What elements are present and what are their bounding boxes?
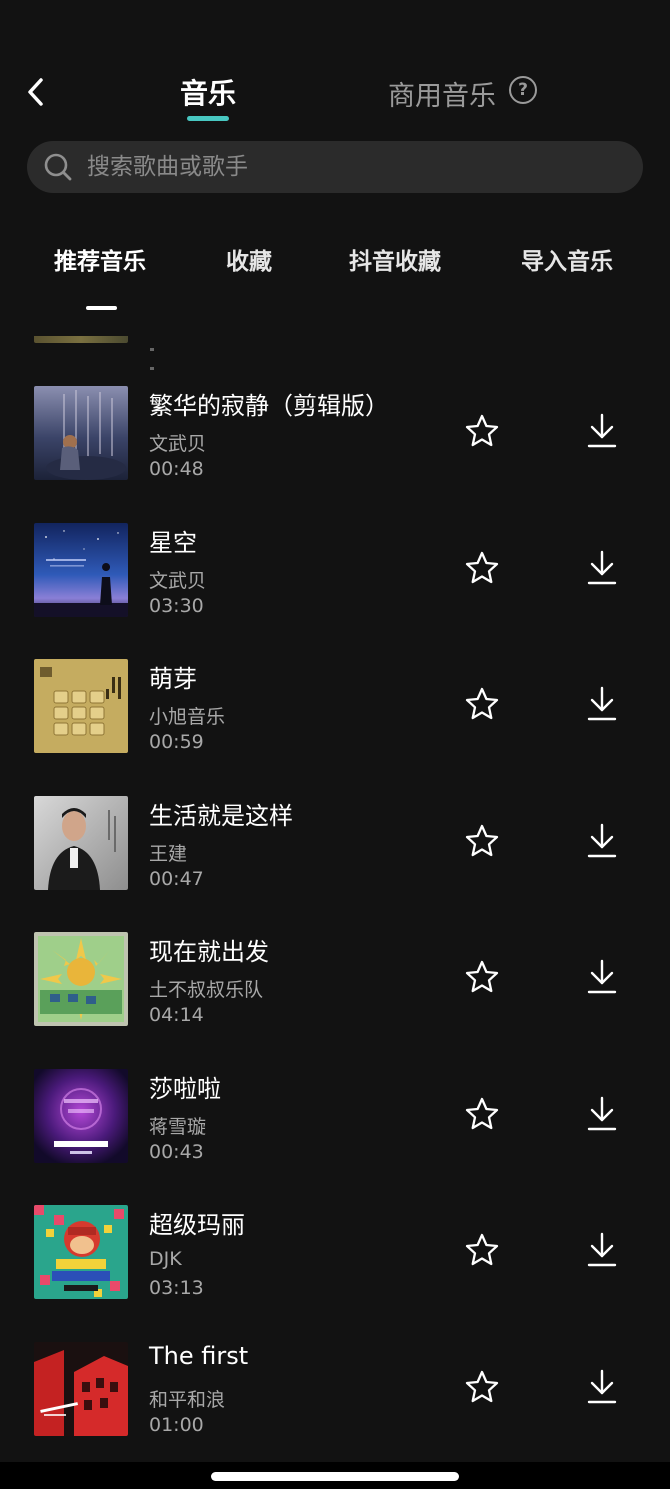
song-title: 现在就出发 — [149, 938, 269, 966]
download-icon[interactable] — [584, 822, 620, 860]
tab-favorites[interactable]: 收藏 — [226, 242, 272, 276]
star-outline-icon[interactable] — [464, 823, 500, 859]
system-nav-bar — [0, 1462, 670, 1489]
song-row[interactable]: 现在就出发 土不叔叔乐队 04:14 — [0, 932, 670, 1069]
download-icon[interactable] — [584, 412, 620, 450]
category-tabs: 推荐音乐 收藏 抖音收藏 导入音乐 — [0, 236, 670, 316]
help-circle-icon[interactable]: ? — [509, 76, 537, 104]
music-library-screen: 音乐 商用音乐 ? 推荐音乐 收藏 抖音收藏 导入音乐 — [0, 0, 670, 1489]
album-cover — [34, 932, 128, 1026]
partial-album-cover — [34, 336, 128, 343]
song-duration: 00:43 — [149, 1140, 204, 1163]
song-artist: DJK — [149, 1248, 182, 1270]
song-duration: 03:30 — [149, 594, 204, 617]
album-cover — [34, 659, 128, 753]
song-duration: 00:59 — [149, 731, 204, 753]
song-duration: 00:47 — [149, 867, 204, 890]
search-icon — [44, 153, 72, 181]
song-duration: 04:14 — [149, 1004, 204, 1026]
album-cover — [34, 522, 128, 617]
album-cover — [34, 386, 128, 480]
download-icon[interactable] — [584, 1368, 620, 1406]
song-title: The first — [149, 1341, 249, 1370]
star-outline-icon[interactable] — [464, 1369, 500, 1405]
song-artist: 和平和浪 — [149, 1388, 226, 1411]
album-cover — [34, 795, 128, 890]
song-row[interactable]: 繁华的寂静（剪辑版） 文武贝 00:48 — [0, 386, 670, 523]
song-row[interactable]: 莎啦啦 蒋雪璇 00:43 — [0, 1068, 670, 1206]
download-icon[interactable] — [584, 1231, 620, 1269]
song-artist: 文武贝 — [149, 569, 207, 592]
download-icon[interactable] — [584, 549, 620, 587]
song-row[interactable]: 萌芽 小旭音乐 00:59 — [0, 659, 670, 796]
star-outline-icon[interactable] — [464, 686, 500, 722]
tab-music[interactable]: 音乐 — [180, 72, 236, 112]
top-bar: 音乐 商用音乐 ? — [0, 60, 670, 130]
star-outline-icon[interactable] — [464, 550, 500, 586]
download-icon[interactable] — [584, 958, 620, 996]
active-tab-indicator — [86, 306, 117, 310]
search-bar[interactable] — [27, 141, 643, 193]
album-cover — [34, 1068, 128, 1163]
star-outline-icon[interactable] — [464, 1096, 500, 1132]
download-icon[interactable] — [584, 685, 620, 723]
song-row[interactable]: 超级玛丽 DJK 03:13 — [0, 1205, 670, 1342]
chevron-left-icon — [28, 78, 43, 106]
song-row[interactable]: 星空 文武贝 03:30 — [0, 522, 670, 660]
home-indicator[interactable] — [211, 1472, 459, 1481]
song-artist: 土不叔叔乐队 — [149, 979, 264, 1001]
star-outline-icon[interactable] — [464, 959, 500, 995]
song-title: 萌芽 — [149, 665, 197, 693]
search-input[interactable] — [87, 154, 643, 180]
song-artist: 文武贝 — [149, 433, 207, 455]
song-title: 莎啦啦 — [149, 1074, 221, 1103]
song-duration: 01:00 — [149, 1413, 204, 1436]
song-row[interactable]: 生活就是这样 王建 00:47 — [0, 795, 670, 933]
star-outline-icon[interactable] — [464, 413, 500, 449]
song-list: 繁华的寂静（剪辑版） 文武贝 00:48 星空 文武贝 03:30 萌芽 小旭音… — [0, 386, 670, 1478]
tab-music-indicator — [187, 116, 229, 121]
star-outline-icon[interactable] — [464, 1232, 500, 1268]
album-cover — [34, 1205, 128, 1299]
download-icon[interactable] — [584, 1095, 620, 1133]
song-title: 生活就是这样 — [149, 801, 293, 830]
tab-commercial-music[interactable]: 商用音乐 — [388, 74, 496, 113]
song-duration: 03:13 — [149, 1277, 204, 1299]
song-title: 星空 — [149, 528, 197, 557]
song-artist: 蒋雪璇 — [149, 1115, 207, 1138]
tab-douyin-favorites[interactable]: 抖音收藏 — [349, 242, 441, 276]
tab-import-music[interactable]: 导入音乐 — [521, 242, 613, 276]
back-button[interactable] — [18, 72, 54, 112]
song-duration: 00:48 — [149, 458, 204, 480]
song-title: 繁华的寂静（剪辑版） — [149, 392, 389, 420]
album-cover — [34, 1341, 128, 1436]
tab-recommended[interactable]: 推荐音乐 — [54, 242, 146, 276]
partial-row-text — [150, 336, 190, 370]
song-title: 超级玛丽 — [149, 1211, 245, 1239]
song-artist: 小旭音乐 — [149, 706, 226, 728]
song-row[interactable]: The first 和平和浪 01:00 — [0, 1341, 670, 1479]
song-artist: 王建 — [149, 842, 188, 865]
